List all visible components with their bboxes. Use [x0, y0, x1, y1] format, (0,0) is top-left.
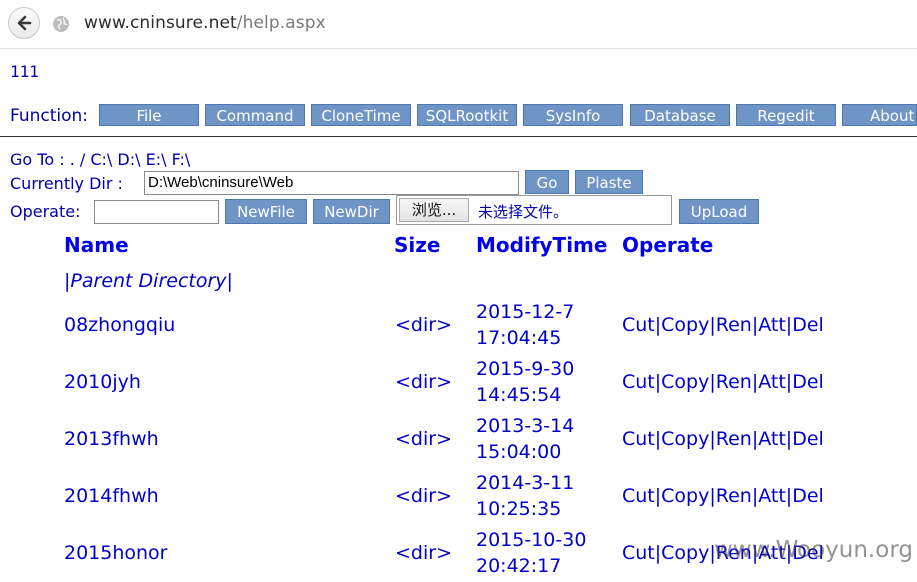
goto-label: Go To : [10, 150, 65, 169]
upload-button[interactable]: UpLoad [679, 199, 759, 224]
newfile-button[interactable]: NewFile [225, 199, 307, 224]
file-upload-field[interactable]: 浏览... 未选择文件。 [396, 195, 672, 225]
back-button[interactable] [8, 7, 40, 39]
watermark: www.Wooyun.org [714, 537, 913, 563]
modify-date: 2013-3-14 [476, 415, 575, 437]
file-size: <dir> [395, 428, 452, 450]
url-path: /help.aspx [236, 13, 326, 33]
modify-date: 2014-3-11 [476, 472, 575, 494]
newdir-button[interactable]: NewDir [313, 199, 390, 224]
clonetime-button[interactable]: CloneTime [311, 104, 411, 126]
file-status-text: 未选择文件。 [478, 203, 569, 221]
goto-bar: Go To : . / C:\ D:\ E:\ F:\ [10, 150, 190, 169]
file-button[interactable]: File [99, 104, 199, 126]
page-title: 111 [10, 62, 39, 81]
file-operations[interactable]: Cut|Copy|Ren|Att|Del [622, 485, 824, 507]
command-button[interactable]: Command [205, 104, 305, 126]
current-dir-input[interactable]: D:\Web\cninsure\Web [144, 171, 519, 195]
about-button[interactable]: About [842, 104, 917, 126]
file-size: <dir> [395, 542, 452, 564]
browse-button[interactable]: 浏览... [399, 198, 469, 222]
address-bar[interactable]: www.cninsure.net/help.aspx [84, 13, 326, 33]
page-content: 111 Function: File Command CloneTime SQL… [0, 48, 917, 582]
operate-column-header: Operate [622, 233, 714, 257]
file-name-link[interactable]: 2013fhwh [64, 428, 159, 450]
goto-link-root[interactable]: . / [70, 150, 86, 169]
file-name-link[interactable]: 2014fhwh [64, 485, 159, 507]
modify-date: 2015-12-7 [476, 301, 575, 323]
go-button[interactable]: Go [525, 170, 569, 194]
modify-date: 2015-9-30 [476, 358, 575, 380]
paste-button[interactable]: Plaste [575, 170, 643, 194]
goto-link-e[interactable]: E:\ [146, 150, 167, 169]
browser-toolbar: www.cninsure.net/help.aspx [0, 0, 917, 49]
file-operations[interactable]: Cut|Copy|Ren|Att|Del [622, 314, 824, 336]
file-name-link[interactable]: 08zhongqiu [64, 314, 175, 336]
goto-link-f[interactable]: F:\ [172, 150, 191, 169]
sqlrootkit-button[interactable]: SQLRootkit [417, 104, 517, 126]
name-column-header: Name [64, 233, 129, 257]
modify-time: 10:25:35 [476, 498, 562, 520]
modify-time: 15:04:00 [476, 441, 562, 463]
modifytime-column-header: ModifyTime [476, 233, 608, 257]
operate-input[interactable] [94, 200, 219, 224]
goto-link-d[interactable]: D:\ [117, 150, 140, 169]
file-operations[interactable]: Cut|Copy|Ren|Att|Del [622, 371, 824, 393]
goto-link-c[interactable]: C:\ [90, 150, 112, 169]
current-dir-label: Currently Dir : [10, 174, 123, 193]
divider [0, 136, 917, 137]
file-operations[interactable]: Cut|Copy|Ren|Att|Del [622, 428, 824, 450]
modify-time: 17:04:45 [476, 327, 562, 349]
file-size: <dir> [395, 371, 452, 393]
back-arrow-icon [17, 15, 32, 31]
globe-icon [53, 16, 69, 32]
database-button[interactable]: Database [630, 104, 730, 126]
file-name-link[interactable]: 2015honor [64, 542, 168, 564]
file-name-link[interactable]: 2010jyh [64, 371, 141, 393]
modify-time: 20:42:17 [476, 555, 562, 577]
regedit-button[interactable]: Regedit [736, 104, 836, 126]
file-size: <dir> [395, 314, 452, 336]
file-size: <dir> [395, 485, 452, 507]
url-host: www.cninsure.net [84, 13, 237, 33]
parent-directory-link[interactable]: |Parent Directory| [64, 270, 233, 292]
sysinfo-button[interactable]: SysInfo [523, 104, 623, 126]
modify-time: 14:45:54 [476, 384, 562, 406]
modify-date: 2015-10-30 [476, 529, 587, 551]
size-column-header: Size [394, 233, 441, 257]
function-label: Function: [10, 106, 89, 126]
operate-label: Operate: [10, 202, 81, 221]
